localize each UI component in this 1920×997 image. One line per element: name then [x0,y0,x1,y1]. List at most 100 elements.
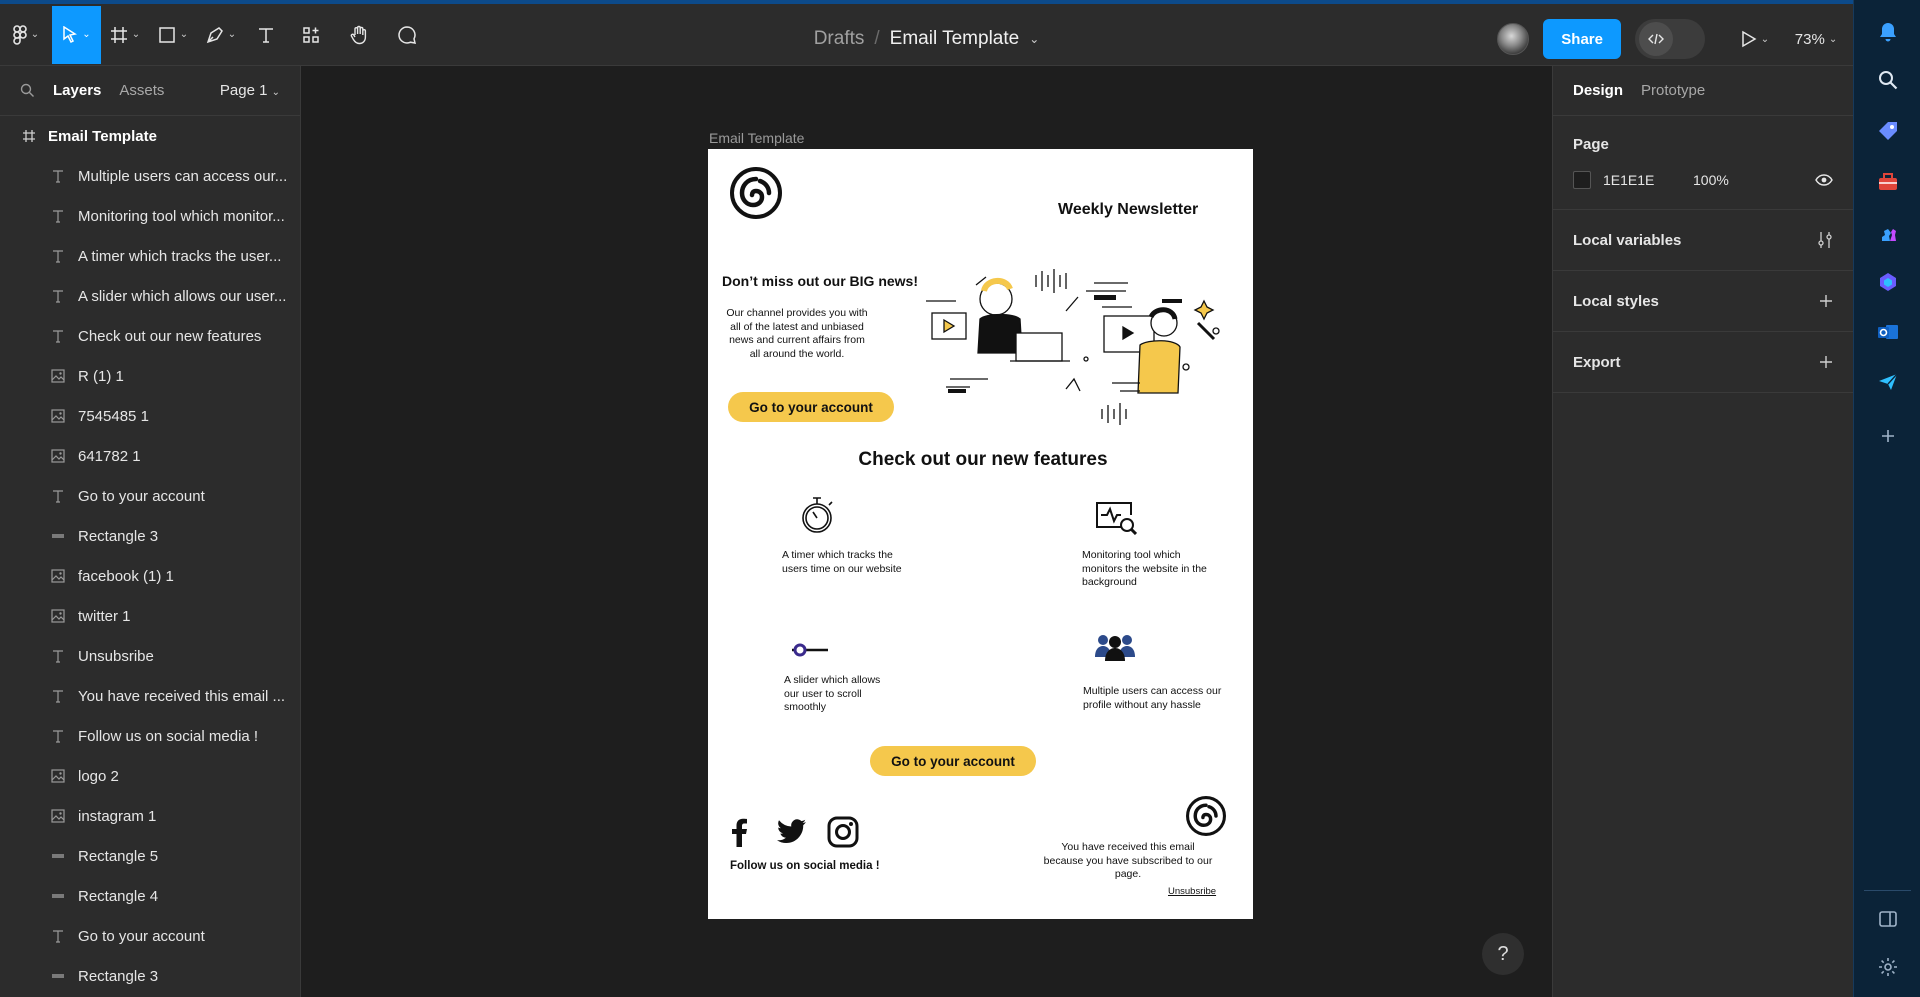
page-selector[interactable]: Page 1 ⌄ [220,82,280,99]
local-variables-title[interactable]: Local variables [1573,232,1681,249]
text-layer-icon [50,288,66,304]
layer-label: Unsubsribe [78,647,154,665]
email-frame[interactable]: Weekly Newsletter Don’t miss out our BIG… [708,149,1253,919]
email-body: Our channel provides you with all of the… [726,307,868,360]
layer-item[interactable]: twitter 1 [0,596,300,636]
avatar[interactable] [1497,23,1530,55]
tab-design[interactable]: Design [1573,82,1623,99]
file-title[interactable]: Email Template [890,28,1020,50]
local-styles-section: Local styles [1553,271,1853,332]
app-rail [1853,0,1920,997]
search-icon[interactable] [20,83,35,98]
layer-item[interactable]: instagram 1 [0,796,300,836]
gear-icon[interactable] [1874,953,1902,981]
unsubscribe-link[interactable]: Unsubsribe [1168,886,1216,897]
share-button[interactable]: Share [1543,19,1621,59]
layer-item[interactable]: A slider which allows our user... [0,276,300,316]
tab-assets[interactable]: Assets [119,82,164,99]
pen-tool-button[interactable]: ⌄ [197,6,245,64]
right-panel-tabs: Design Prototype [1553,66,1853,116]
sidebar-toggle-icon[interactable] [1874,905,1902,933]
layer-item[interactable]: Rectangle 3 [0,956,300,996]
page-opacity[interactable]: 100% [1693,172,1729,188]
layer-item[interactable]: Rectangle 4 [0,876,300,916]
layer-root-frame[interactable]: Email Template [0,116,300,156]
plus-icon[interactable] [1819,355,1833,369]
tag-icon[interactable] [1874,117,1902,145]
layer-item[interactable]: Check out our new features [0,316,300,356]
eye-icon[interactable] [1815,174,1833,186]
outlook-icon[interactable] [1874,318,1902,346]
local-styles-title[interactable]: Local styles [1573,293,1659,310]
page-section: Page 1E1E1E 100% [1553,116,1853,210]
chess-icon[interactable] [1874,218,1902,246]
help-button[interactable]: ? [1482,933,1524,975]
layer-item[interactable]: R (1) 1 [0,356,300,396]
toolbox-icon[interactable] [1874,168,1902,196]
layer-label: instagram 1 [78,807,157,825]
frame-tool-button[interactable]: ⌄ [101,6,149,64]
layer-item[interactable]: A timer which tracks the user... [0,236,300,276]
comment-icon [398,25,416,44]
shape-tool-button[interactable]: ⌄ [149,6,197,64]
layer-item[interactable]: Rectangle 3 [0,516,300,556]
hand-tool-button[interactable] [335,6,383,64]
layer-item[interactable]: Monitoring tool which monitor... [0,196,300,236]
layer-label: A timer which tracks the user... [78,247,282,265]
layer-item[interactable]: You have received this email ... [0,676,300,716]
canvas[interactable]: Email Template Weekly Newsletter Don’t m… [301,66,1552,997]
layer-item[interactable]: facebook (1) 1 [0,556,300,596]
dev-mode-toggle[interactable] [1635,19,1705,59]
page-color-hex[interactable]: 1E1E1E [1603,172,1693,188]
layer-item[interactable]: Unsubsribe [0,636,300,676]
layer-item[interactable]: logo 2 [0,756,300,796]
resources-button[interactable] [287,6,335,64]
image-layer-icon [50,808,66,824]
move-tool-button[interactable]: ⌄ [52,5,101,64]
copilot-icon[interactable] [1874,268,1902,296]
chevron-down-icon: ⌄ [227,29,237,40]
send-icon[interactable] [1874,368,1902,396]
main-menu-button[interactable]: ⌄ [0,6,52,64]
comment-tool-button[interactable] [383,6,431,64]
layer-item[interactable]: Rectangle 5 [0,836,300,876]
tab-layers[interactable]: Layers [53,82,101,99]
text-tool-button[interactable] [245,6,287,64]
search-icon[interactable] [1874,66,1902,94]
variables-icon[interactable] [1817,231,1833,249]
tab-prototype[interactable]: Prototype [1641,82,1705,99]
page-color-swatch[interactable] [1573,171,1591,189]
bell-icon[interactable] [1874,18,1902,46]
layer-item[interactable]: 641782 1 [0,436,300,476]
layer-label: logo 2 [78,767,119,785]
layer-label: A slider which allows our user... [78,287,287,305]
twitter-icon[interactable] [777,819,807,845]
add-icon[interactable] [1874,422,1902,450]
chevron-down-icon[interactable]: ⌄ [1029,32,1039,46]
layer-item[interactable]: Multiple users can access our... [0,156,300,196]
layer-label: Rectangle 3 [78,967,159,985]
newsletter-title: Weekly Newsletter [1058,201,1199,218]
hand-icon [350,25,367,44]
instagram-icon[interactable] [827,816,859,848]
chevron-down-icon: ⌄ [1828,33,1838,45]
present-button[interactable]: ⌄ [1733,19,1777,59]
export-title[interactable]: Export [1573,354,1621,371]
pen-icon [206,26,223,43]
users-icon [1095,635,1135,661]
cta-button-top[interactable]: Go to your account [728,392,894,422]
layer-label: Rectangle 3 [78,527,159,545]
layer-item[interactable]: 7545485 1 [0,396,300,436]
plus-icon[interactable] [1819,294,1833,308]
facebook-icon[interactable] [730,817,748,847]
layer-item[interactable]: Follow us on social media ! [0,716,300,756]
frame-label[interactable]: Email Template [709,130,804,146]
zoom-menu[interactable]: 73% ⌄ [1791,19,1841,59]
layer-item[interactable]: Go to your account [0,916,300,956]
cta-button-bottom[interactable]: Go to your account [870,746,1036,776]
rectangle-layer-icon [50,968,66,984]
frame-icon [110,26,127,43]
breadcrumb-drafts[interactable]: Drafts [814,28,865,50]
layer-item[interactable]: Go to your account [0,476,300,516]
rectangle-layer-icon [50,528,66,544]
